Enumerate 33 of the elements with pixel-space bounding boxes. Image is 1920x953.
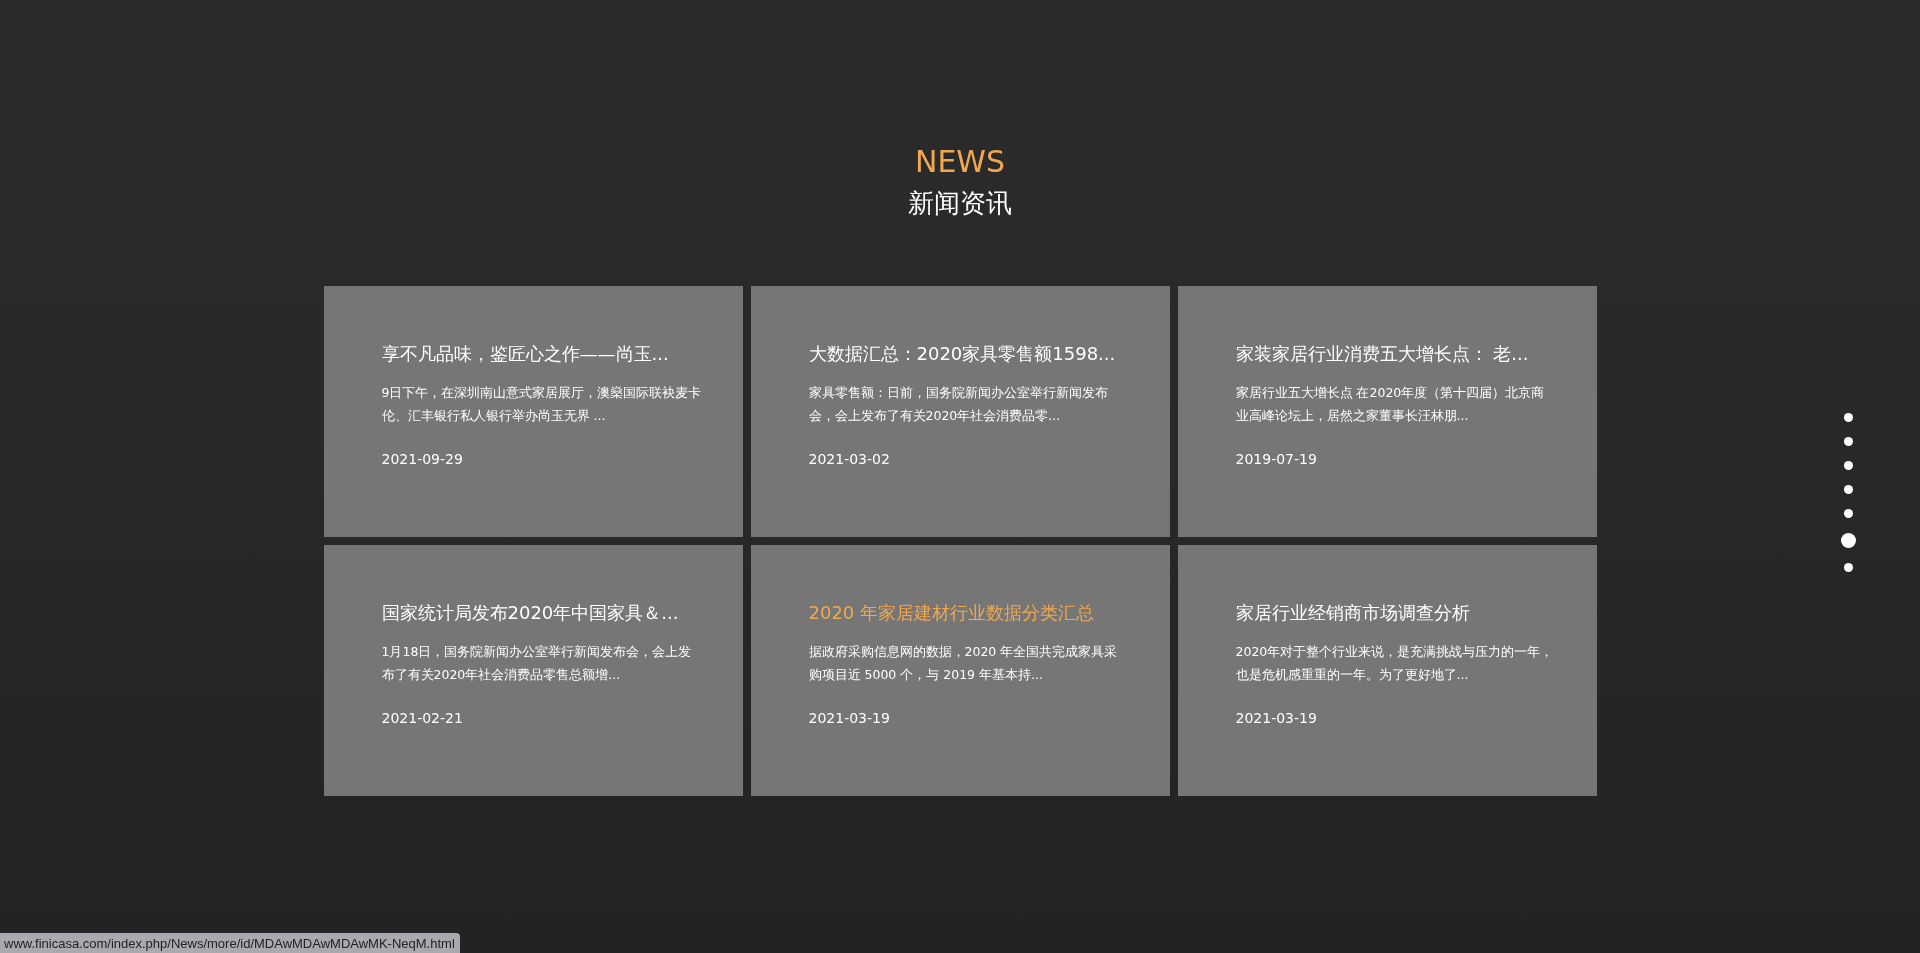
news-date: 2021-02-21: [381, 709, 464, 728]
news-title: 家装家居行业消费五大增长点： 老...: [1235, 342, 1530, 366]
section-subtitle: 新闻资讯: [908, 187, 1012, 220]
page-dot[interactable]: [1844, 509, 1853, 518]
page-dot[interactable]: [1844, 413, 1853, 422]
news-title: 大数据汇总：2020家具零售额1598...: [808, 342, 1117, 366]
news-summary: 2020年对于整个行业来说，是充满挑战与压力的一年，也是危机感重重的一年。为了更好地了...: [1235, 643, 1555, 684]
status-bar-url: www.finicasa.com/index.php/News/more/id/MDAwMDAwMDAwMK-NeqM.html: [0, 933, 460, 953]
news-title: 享不凡品味，鉴匠心之作——尚玉...: [381, 342, 670, 366]
news-summary: 家具零售额：日前，国务院新闻办公室举行新闻发布会，会上发布了有关2020年社会消费品零...: [808, 384, 1109, 425]
news-card[interactable]: 2020 年家居建材行业数据分类汇总 据政府采购信息网的数据，2020 年全国共完成家具采购项目近 5000 个，与 2019 年基本持... 2021-03-19: [750, 545, 1170, 796]
news-summary: 1月18日，国务院新闻办公室举行新闻发布会，会上发布了有关2020年社会消费品零售总额增...: [381, 643, 693, 684]
news-title: 2020 年家居建材行业数据分类汇总: [808, 601, 1096, 625]
news-card[interactable]: 家居行业经销商市场调查分析 2020年对于整个行业来说，是充满挑战与压力的一年，也是危机感重重的一年。为了更好地了... 2021-03-19: [1177, 545, 1597, 796]
news-summary: 家居行业五大增长点 在2020年度（第十四届）北京商业高峰论坛上，居然之家董事长汪林朋...: [1235, 384, 1546, 425]
news-date: 2021-03-19: [1235, 709, 1318, 728]
news-title: 家居行业经销商市场调查分析: [1235, 601, 1471, 625]
page-dot[interactable]: [1844, 563, 1853, 572]
news-date: 2021-09-29: [381, 450, 464, 469]
news-date: 2019-07-19: [1235, 450, 1318, 469]
news-card[interactable]: 国家统计局发布2020年中国家具＆... 1月18日，国务院新闻办公室举行新闻发布会，会上发布了有关2020年社会消费品零售总额增... 2021-02-21: [323, 545, 743, 796]
news-card[interactable]: 家装家居行业消费五大增长点： 老... 家居行业五大增长点 在2020年度（第十四届）北京商业高峰论坛上，居然之家董事长汪林朋... 2019-07-19: [1177, 286, 1597, 537]
news-title: 国家统计局发布2020年中国家具＆...: [381, 601, 680, 625]
news-summary: 据政府采购信息网的数据，2020 年全国共完成家具采购项目近 5000 个，与 2019 年基本持...: [808, 643, 1119, 684]
news-date: 2021-03-19: [808, 709, 891, 728]
news-card[interactable]: 大数据汇总：2020家具零售额1598... 家具零售额：日前，国务院新闻办公室举行新闻发布会，会上发布了有关2020年社会消费品零... 2021-03-02: [750, 286, 1170, 537]
page-dot[interactable]: [1844, 461, 1853, 470]
news-card[interactable]: 享不凡品味，鉴匠心之作——尚玉... 9日下午，在深圳南山意式家居展厅，澳燊国际联袂麦卡伦、汇丰银行私人银行举办尚玉无界 ... 2021-09-29: [323, 286, 743, 537]
page-dot[interactable]: [1844, 485, 1853, 494]
news-summary: 9日下午，在深圳南山意式家居展厅，澳燊国际联袂麦卡伦、汇丰银行私人银行举办尚玉无界 ...: [381, 384, 703, 425]
section-title: NEWS: [914, 144, 1006, 180]
news-date: 2021-03-02: [808, 450, 891, 469]
page-dot[interactable]: [1844, 437, 1853, 446]
